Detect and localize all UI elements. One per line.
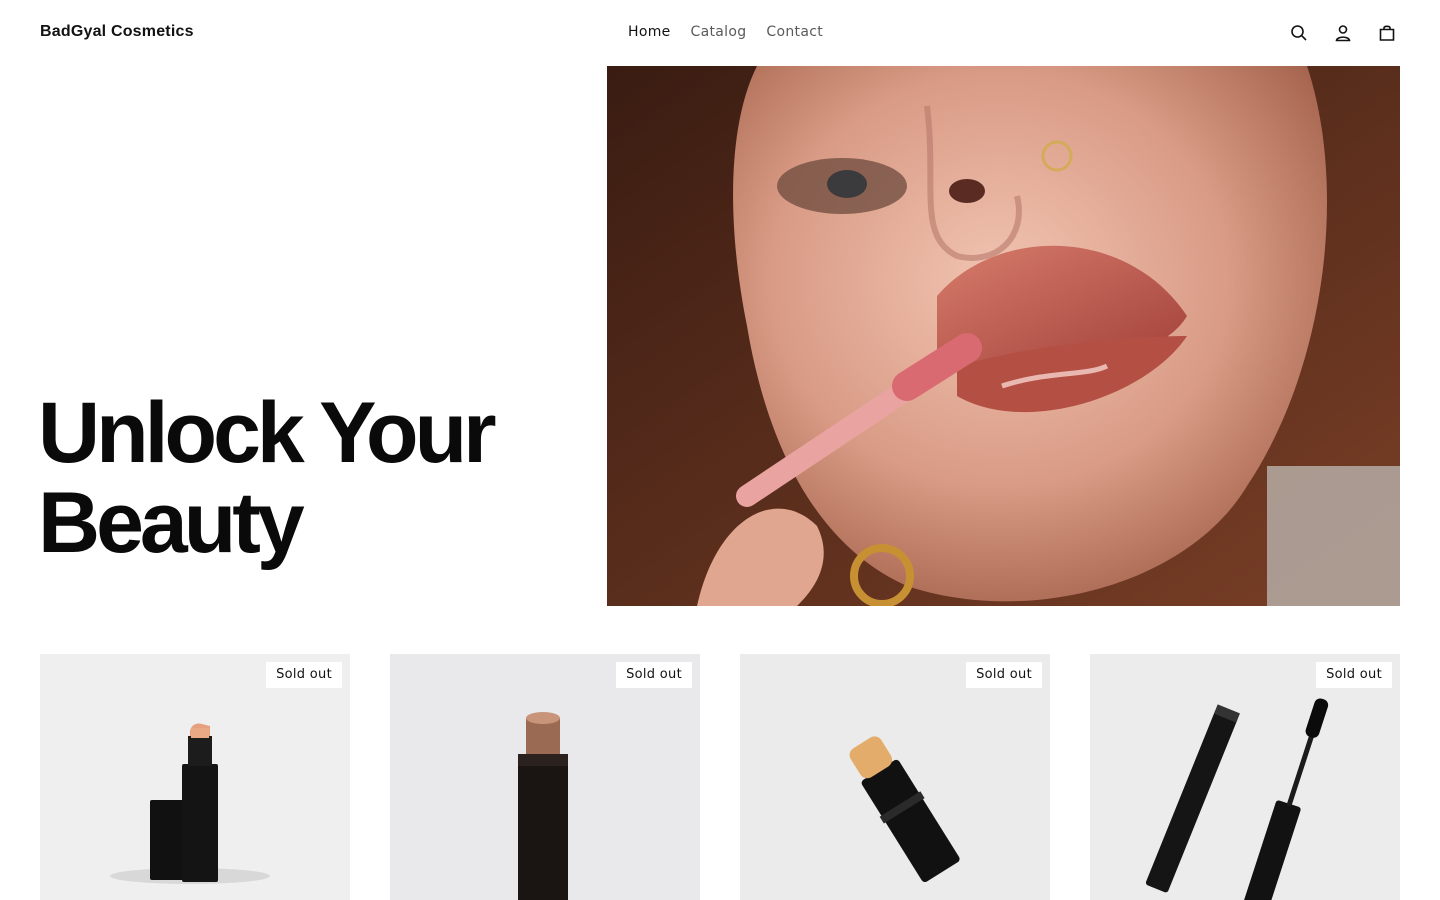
hero-title-line-2: Beauty bbox=[38, 475, 305, 571]
sold-out-badge: Sold out bbox=[1316, 662, 1392, 688]
peach-lipstick-image bbox=[40, 654, 350, 900]
header-icons bbox=[1286, 22, 1400, 44]
beige-concealer-stick-image bbox=[740, 654, 1050, 900]
sold-out-badge: Sold out bbox=[266, 662, 342, 688]
account-icon[interactable] bbox=[1330, 22, 1356, 44]
hero-title: Unlock Your Beauty bbox=[38, 388, 578, 568]
nav-item-contact[interactable]: Contact bbox=[756, 22, 833, 42]
brand-logo[interactable]: BadGyal Cosmetics bbox=[40, 23, 194, 41]
site-header: BadGyal Cosmetics Home Catalog Contact bbox=[0, 0, 1440, 66]
cart-icon[interactable] bbox=[1374, 22, 1400, 44]
black-mascara-image bbox=[1090, 654, 1400, 900]
nav-item-catalog[interactable]: Catalog bbox=[681, 22, 757, 42]
main-nav: Home Catalog Contact bbox=[618, 22, 833, 42]
product-card[interactable]: Sold out bbox=[740, 654, 1050, 900]
sold-out-badge: Sold out bbox=[616, 662, 692, 688]
product-card[interactable]: Sold out bbox=[1090, 654, 1400, 900]
product-card[interactable]: Sold out bbox=[390, 654, 700, 900]
search-icon[interactable] bbox=[1286, 22, 1312, 44]
hero-image bbox=[607, 66, 1400, 606]
hero-title-line-1: Unlock Your bbox=[38, 385, 497, 481]
nav-item-home[interactable]: Home bbox=[618, 22, 681, 42]
sold-out-badge: Sold out bbox=[966, 662, 1042, 688]
product-card[interactable]: Sold out bbox=[40, 654, 350, 900]
product-grid: Sold out Sold out Sold out Sold out bbox=[40, 654, 1400, 900]
nude-lip-stick-image bbox=[390, 654, 700, 900]
